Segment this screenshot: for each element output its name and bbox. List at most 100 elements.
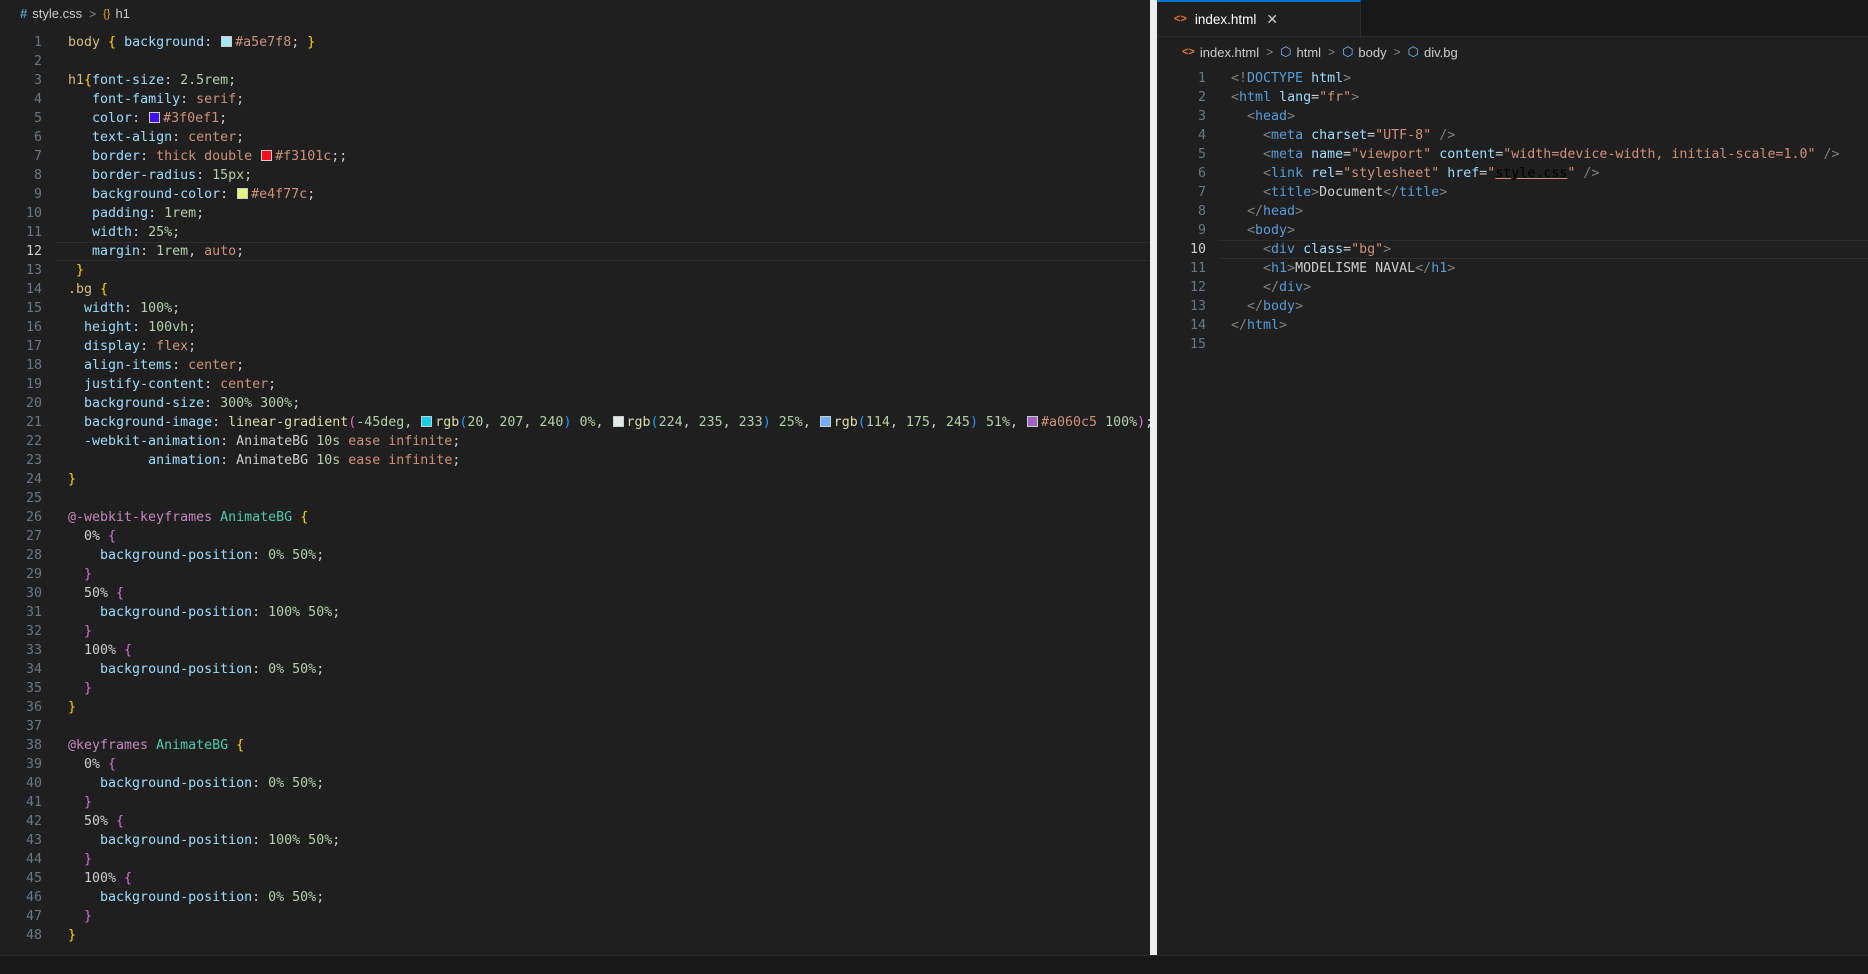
code-line[interactable]: 31 background-position: 100% 50%; — [0, 603, 1150, 622]
breadcrumb-html[interactable]: html — [1296, 45, 1321, 60]
line-number: 20 — [25, 396, 42, 411]
code-line[interactable]: 30 50% { — [0, 584, 1150, 603]
code-token: > — [1287, 109, 1296, 124]
close-icon[interactable]: ✕ — [1266, 11, 1278, 28]
element-cube-icon: ⬡ — [1407, 44, 1419, 59]
code-line[interactable]: 24} — [0, 470, 1150, 489]
code-line[interactable]: 3 <head> — [1157, 107, 1868, 126]
code-line[interactable]: 39 0% { — [0, 755, 1150, 774]
code-line[interactable]: 16 height: 100vh; — [0, 318, 1150, 337]
code-line[interactable]: 47 } — [0, 907, 1150, 926]
code-line[interactable]: 14 </html> — [1157, 316, 1868, 335]
code-line[interactable]: 3 h1{font-size: 2.5rem; — [0, 71, 1150, 90]
code-token: 100% — [84, 643, 125, 658]
code-line[interactable]: 4 font-family: serif; — [0, 90, 1150, 109]
color-swatch-icon[interactable] — [221, 36, 233, 47]
code-line[interactable]: 48} — [0, 926, 1150, 945]
code-line[interactable]: 5 <meta name="viewport" content="width=d… — [1157, 145, 1868, 164]
line-number: 7 — [33, 149, 42, 164]
color-swatch-icon[interactable] — [819, 416, 831, 427]
breadcrumb-div-bg[interactable]: div.bg — [1424, 45, 1458, 60]
code-line[interactable]: 13 } — [0, 261, 1150, 280]
code-token: 235 — [698, 415, 723, 430]
code-line[interactable]: 13 </body> — [1157, 297, 1868, 316]
code-line[interactable]: 40 background-position: 0% 50%; — [0, 774, 1150, 793]
code-line[interactable]: 4 <meta charset="UTF-8" /> — [1157, 126, 1868, 145]
code-line[interactable]: 2 <html lang="fr"> — [1157, 88, 1868, 107]
breadcrumb-symbol[interactable]: h1 — [115, 6, 129, 21]
code-line[interactable]: 21 background-image: linear-gradient (-45… — [0, 413, 1150, 432]
code-line[interactable]: 45 100% { — [0, 869, 1150, 888]
css-code-area[interactable]: 1 body { background: #a5e7f8; } 2 3 h1{font-… — [0, 33, 1150, 945]
code-line[interactable]: 29 } — [0, 565, 1150, 584]
code-line[interactable]: 1 body { background: #a5e7f8; } — [0, 33, 1150, 52]
code-line[interactable]: 8 border-radius: 15px; — [0, 166, 1150, 185]
code-line[interactable]: 17 display: flex; — [0, 337, 1150, 356]
code-line[interactable]: 37 — [0, 717, 1150, 736]
code-token: font-size — [92, 73, 165, 88]
code-line[interactable]: 11 width: 25%; — [0, 223, 1150, 242]
code-line[interactable]: 12 margin: 1rem, auto; — [0, 242, 1150, 261]
code-line[interactable]: 28 background-position: 0% 50%; — [0, 546, 1150, 565]
code-line[interactable]: 15 width: 100%; — [0, 299, 1150, 318]
code-token: #a5e7f8 — [235, 35, 292, 50]
code-line[interactable]: 36} — [0, 698, 1150, 717]
color-swatch-icon[interactable] — [612, 416, 624, 427]
color-swatch-icon[interactable] — [421, 416, 433, 427]
code-line[interactable]: 33 100% { — [0, 641, 1150, 660]
code-line[interactable]: 23 animation: AnimateBG 10s ease infinit… — [0, 451, 1150, 470]
code-line[interactable]: 41 } — [0, 793, 1150, 812]
breadcrumb-body[interactable]: body — [1358, 45, 1386, 60]
line-number: 11 — [25, 225, 42, 240]
code-line[interactable]: 26 @-webkit-keyframes AnimateBG { — [0, 508, 1150, 527]
code-line[interactable]: 1 <!DOCTYPE html> — [1157, 69, 1868, 88]
code-line[interactable]: 7 border: thick double #f3101c;; — [0, 147, 1150, 166]
code-line[interactable]: 46 background-position: 0% 50%; — [0, 888, 1150, 907]
code-line[interactable]: 10 padding: 1rem; — [0, 204, 1150, 223]
code-line[interactable]: 2 — [0, 52, 1150, 71]
editor-split-divider[interactable] — [1150, 0, 1157, 974]
css-editor-pane[interactable]: # style.css > {} h1 1 body { background: … — [0, 0, 1150, 974]
code-line[interactable]: 5 color: #3f0ef1; — [0, 109, 1150, 128]
code-line[interactable]: 14 .bg { — [0, 280, 1150, 299]
color-swatch-icon[interactable] — [237, 188, 249, 199]
code-token: ; — [172, 301, 181, 316]
code-line[interactable]: 32 } — [0, 622, 1150, 641]
code-line[interactable]: 10 <div class="bg"> — [1157, 240, 1868, 259]
code-line[interactable]: 6 text-align: center; — [0, 128, 1150, 147]
code-line[interactable]: 9 <body> — [1157, 221, 1868, 240]
code-token: html — [1239, 90, 1272, 105]
code-line[interactable]: 22 -webkit-animation: AnimateBG 10s ease… — [0, 432, 1150, 451]
code-line[interactable]: 43 background-position: 100% 50%; — [0, 831, 1150, 850]
color-swatch-icon[interactable] — [261, 150, 273, 161]
code-line[interactable]: 7 <title>Document</title> — [1157, 183, 1868, 202]
code-line[interactable]: 44 } — [0, 850, 1150, 869]
code-line[interactable]: 18 align-items: center; — [0, 356, 1150, 375]
breadcrumb-file[interactable]: style.css — [32, 6, 82, 21]
code-line[interactable]: 27 0% { — [0, 527, 1150, 546]
breadcrumb-file[interactable]: index.html — [1200, 45, 1259, 60]
code-line[interactable]: 8 </head> — [1157, 202, 1868, 221]
code-line[interactable]: 25 — [0, 489, 1150, 508]
color-swatch-icon[interactable] — [1027, 416, 1039, 427]
code-line[interactable]: 38 @keyframes AnimateBG { — [0, 736, 1150, 755]
code-token: , — [889, 415, 906, 430]
code-token: { — [84, 73, 93, 88]
code-line[interactable]: 42 50% { — [0, 812, 1150, 831]
code-line[interactable]: 9 background-color: #e4f77c; — [0, 185, 1150, 204]
code-line[interactable]: 19 justify-content: center; — [0, 375, 1150, 394]
html-editor-pane[interactable]: <> index.html ✕ <> index.html > ⬡ html >… — [1157, 0, 1868, 974]
html-code-area[interactable]: 1 <!DOCTYPE html> 2 <html lang="fr"> 3 <head… — [1157, 69, 1868, 354]
code-line[interactable]: 20 background-size: 300% 300%; — [0, 394, 1150, 413]
code-line[interactable]: 12 </div> — [1157, 278, 1868, 297]
horizontal-scrollbar[interactable] — [0, 955, 1868, 974]
code-line[interactable]: 6 <link rel="stylesheet" href="style.css… — [1157, 164, 1868, 183]
color-swatch-icon[interactable] — [149, 112, 161, 123]
code-line[interactable]: 15 — [1157, 335, 1868, 354]
code-line[interactable]: 11 <h1>MODELISME NAVAL</h1> — [1157, 259, 1868, 278]
code-line[interactable]: 35 } — [0, 679, 1150, 698]
tab-index-html[interactable]: <> index.html ✕ — [1157, 0, 1361, 36]
code-token: 20 — [467, 415, 484, 430]
code-line[interactable]: 34 background-position: 0% 50%; — [0, 660, 1150, 679]
